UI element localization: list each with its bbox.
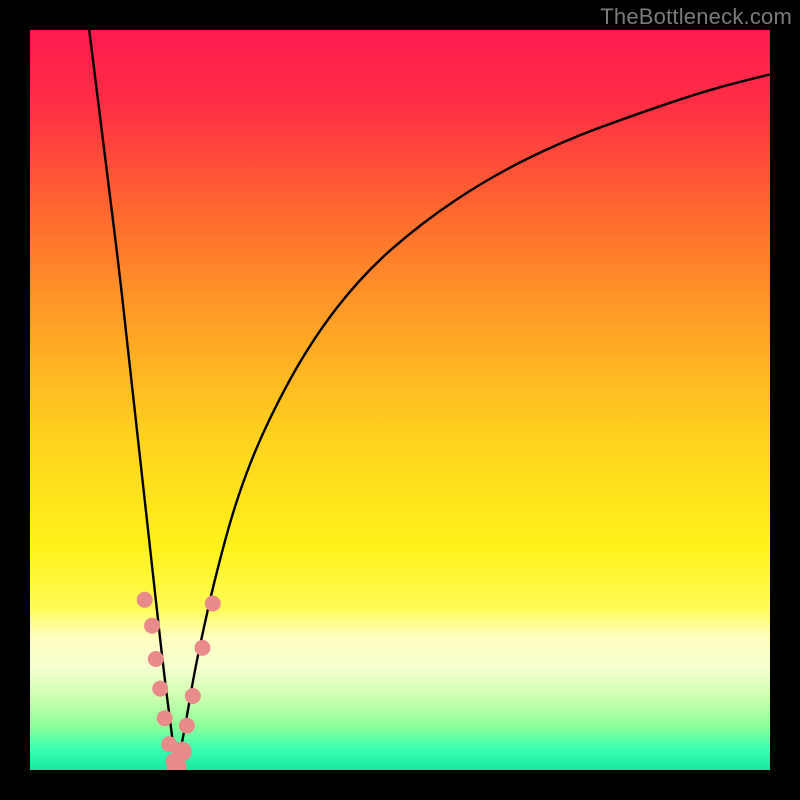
chart-svg — [30, 30, 770, 770]
plot-area — [30, 30, 770, 770]
marker-dot — [172, 742, 192, 762]
marker-dot — [152, 681, 168, 697]
outer-frame: TheBottleneck.com — [0, 0, 800, 800]
marker-dot — [137, 592, 153, 608]
gradient-background — [30, 30, 770, 770]
marker-dot — [194, 640, 210, 656]
marker-dot — [179, 718, 195, 734]
marker-dot — [157, 710, 173, 726]
marker-dot — [144, 618, 160, 634]
marker-dot — [185, 688, 201, 704]
watermark-text: TheBottleneck.com — [600, 4, 792, 30]
marker-dot — [205, 596, 221, 612]
marker-dot — [148, 651, 164, 667]
